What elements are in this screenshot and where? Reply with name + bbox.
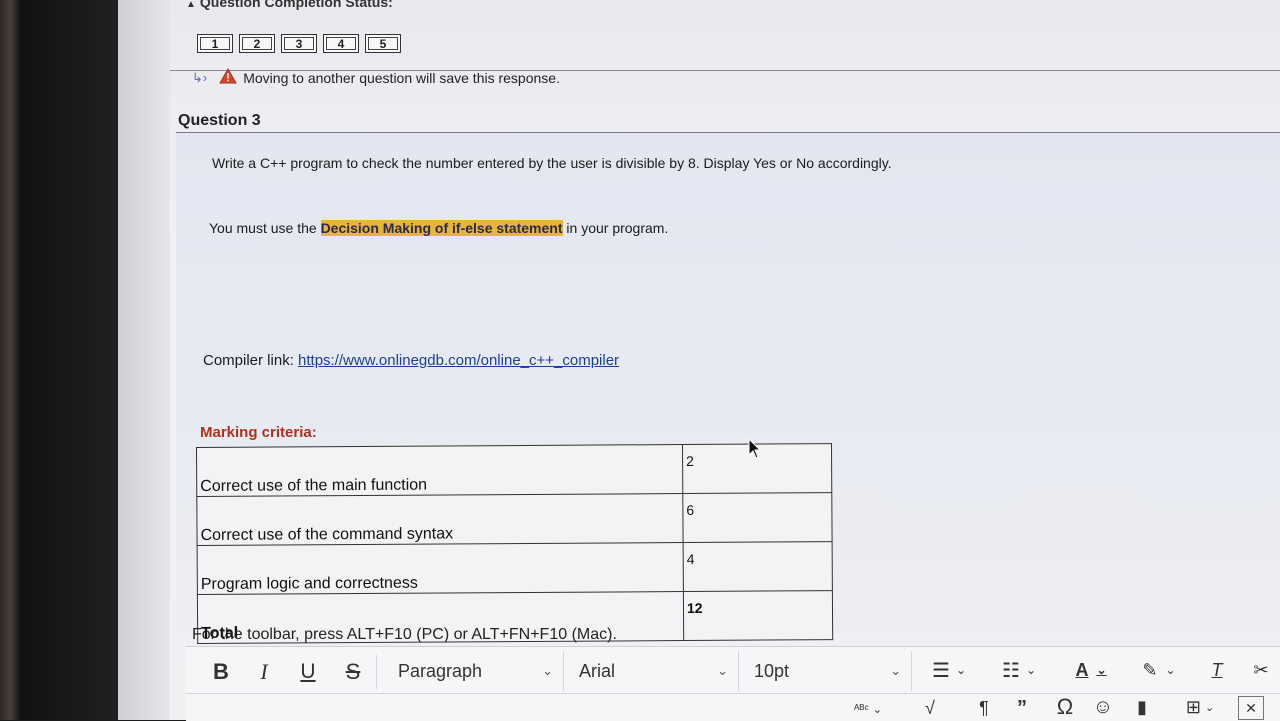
requirement-text-post: in your program. — [562, 220, 669, 236]
table-row: Program logic and correctness 4 — [197, 541, 833, 595]
compiler-link[interactable]: https://www.onlinegdb.com/online_c++_com… — [298, 352, 619, 369]
chevron-down-icon: ⌄ — [542, 663, 553, 678]
text-color-icon[interactable]: A ⌄ — [1066, 653, 1116, 687]
toolbar-hint: For the toolbar, press ALT+F10 (PC) or A… — [192, 626, 617, 643]
numbered-list-icon[interactable]: ☷ ⌄ — [992, 653, 1046, 687]
requirement-text-pre: You must use the — [209, 220, 321, 236]
completion-status-title[interactable]: ▲ Question Completion Status: — [186, 0, 393, 10]
font-size-select[interactable]: 10pt ⌄ — [742, 651, 912, 691]
criteria-score: 6 — [682, 492, 833, 543]
question-prompt: Write a C++ program to check the number … — [212, 155, 892, 171]
question-nav-3[interactable]: 3 — [281, 34, 317, 53]
question-navigator: 1 2 3 4 5 — [197, 34, 401, 53]
save-warning: ↳› Moving to another question will save … — [192, 67, 560, 87]
table-row: Correct use of the main function 2 — [196, 443, 832, 497]
question-title: Question 3 — [178, 112, 261, 129]
table-icon[interactable]: ⊞ ⌄ — [1180, 694, 1220, 720]
criteria-item: Program logic and correctness — [197, 542, 684, 595]
question-nav-5[interactable]: 5 — [365, 34, 401, 53]
highlight-pen-icon[interactable]: ✎ ⌄ — [1132, 653, 1186, 687]
arrow-return-icon: ↳› — [192, 69, 208, 85]
marking-criteria-table: Correct use of the main function 2 Corre… — [196, 443, 833, 644]
table-row: Correct use of the command syntax 6 — [196, 492, 833, 546]
criteria-item: Correct use of the command syntax — [196, 493, 684, 546]
bold-button[interactable]: B — [206, 655, 236, 689]
clear-format-icon[interactable]: T — [1202, 653, 1232, 687]
editor-toolbar: B I U S Paragraph ⌄ Arial ⌄ 10pt ⌄ ☰ ⌄ ☷ ⌄… — [186, 646, 1280, 721]
pilcrow-icon[interactable]: ¶ — [972, 696, 996, 720]
bookmark-icon[interactable]: ▮ — [1130, 694, 1154, 720]
italic-button[interactable]: I — [250, 655, 278, 689]
question-nav-4[interactable]: 4 — [323, 34, 359, 53]
marking-criteria-label: Marking criteria: — [200, 424, 317, 441]
criteria-score: 4 — [683, 541, 833, 592]
save-warning-text: Moving to another question will save thi… — [243, 69, 560, 86]
criteria-total-score: 12 — [683, 590, 833, 641]
criteria-item: Correct use of the main function — [196, 444, 683, 497]
warning-icon — [219, 67, 238, 87]
font-family-value: Arial — [579, 660, 616, 681]
paragraph-format-value: Paragraph — [398, 660, 483, 681]
strikethrough-button[interactable]: S — [338, 655, 377, 689]
quote-icon[interactable]: ” — [1010, 696, 1034, 720]
omega-icon[interactable]: Ω — [1052, 694, 1078, 720]
paragraph-format-select[interactable]: Paragraph ⌄ — [386, 651, 564, 691]
spellcheck-icon[interactable]: ᴬᴮᶜ ⌄ — [846, 698, 890, 720]
monitor-bezel — [0, 0, 130, 720]
math-icon[interactable]: √ — [918, 696, 942, 720]
compiler-label: Compiler link: — [203, 352, 299, 369]
emoji-icon[interactable]: ☺ — [1090, 694, 1116, 720]
font-family-select[interactable]: Arial ⌄ — [567, 651, 739, 691]
toolbar-row-secondary: ᴬᴮᶜ ⌄ √ ¶ ” Ω ☺ ▮ ⊞ ⌄ ✕ — [186, 694, 1280, 721]
question-nav-2[interactable]: 2 — [239, 34, 275, 53]
mouse-cursor-icon — [748, 437, 762, 465]
question-requirement: You must use the Decision Making of if-e… — [209, 220, 668, 236]
chevron-down-icon: ⌄ — [717, 663, 728, 678]
toolbar-row-main: B I U S Paragraph ⌄ Arial ⌄ 10pt ⌄ ☰ ⌄ ☷ ⌄… — [186, 647, 1280, 694]
underline-button[interactable]: U — [294, 655, 322, 689]
chevron-down-icon: ⌄ — [890, 663, 901, 678]
requirement-highlight: Decision Making of if-else statement — [320, 220, 563, 236]
question-nav-1[interactable]: 1 — [197, 34, 233, 53]
bullet-list-icon[interactable]: ☰ ⌄ — [922, 653, 976, 687]
font-size-value: 10pt — [754, 660, 790, 681]
cut-icon[interactable]: ✂ — [1248, 653, 1274, 687]
compiler-line: Compiler link: https://www.onlinegdb.com… — [203, 352, 619, 369]
page-margin — [118, 0, 170, 720]
close-box-icon[interactable]: ✕ — [1238, 696, 1264, 720]
collapse-caret-icon[interactable]: ▲ — [186, 0, 196, 10]
